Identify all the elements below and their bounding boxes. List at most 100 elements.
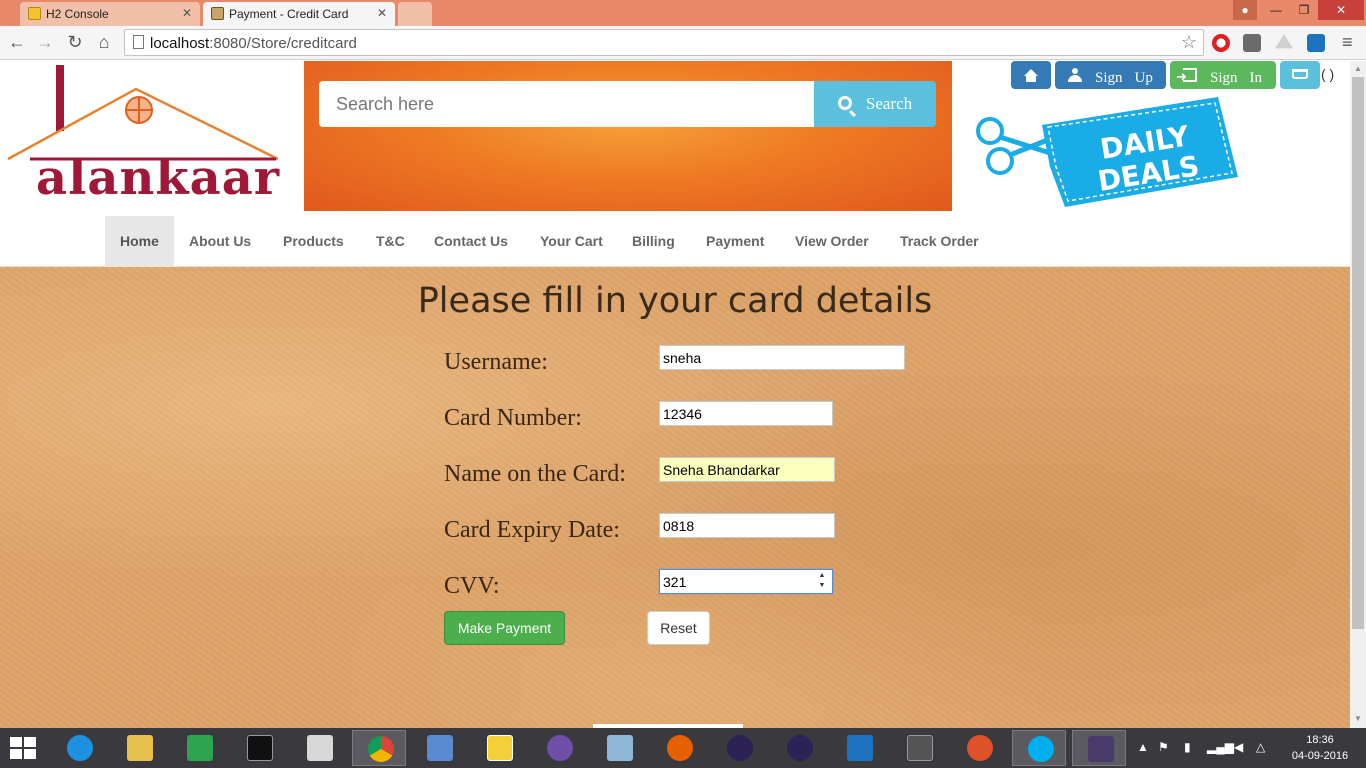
address-bar[interactable]: localhost:8080/Store/creditcard ☆ xyxy=(124,29,1204,56)
opera-extension-icon[interactable] xyxy=(1212,34,1230,52)
windows-start-icon[interactable] xyxy=(10,737,38,761)
forward-icon[interactable]: → xyxy=(34,31,56,53)
nav-home[interactable]: Home xyxy=(105,216,174,267)
close-icon[interactable]: ✕ xyxy=(377,6,387,20)
login-icon xyxy=(1176,64,1197,92)
daily-deals-banner[interactable]: DAILY DEALS xyxy=(970,97,1240,207)
bookmark-star-icon[interactable]: ☆ xyxy=(1181,32,1197,53)
new-tab-button[interactable] xyxy=(398,2,432,26)
card-expiry-label: Card Expiry Date: xyxy=(444,517,620,543)
tab-label: Payment - Credit Card xyxy=(229,7,349,21)
sign-in-button[interactable]: SignIn xyxy=(1170,61,1276,92)
page-scrollbar[interactable]: ▲ ▼ xyxy=(1350,61,1366,728)
search-icon xyxy=(837,96,852,110)
cvv-field[interactable] xyxy=(659,569,833,594)
eclipse-icon[interactable] xyxy=(712,730,766,766)
tool-app-icon[interactable] xyxy=(952,730,1006,766)
make-payment-button[interactable]: Make Payment xyxy=(444,611,565,645)
nav-terms[interactable]: T&C xyxy=(361,216,420,267)
browser-toolbar: ← → ↻ ⌂ localhost:8080/Store/creditcard … xyxy=(0,26,1366,60)
cvv-label: CVV: xyxy=(444,573,500,599)
tab-label: H2 Console xyxy=(46,7,109,21)
page-title: Please fill in your card details xyxy=(417,281,933,321)
name-on-card-field[interactable] xyxy=(659,457,835,482)
scroll-up-icon[interactable]: ▲ xyxy=(1350,64,1366,73)
search-button[interactable]: Search xyxy=(814,81,936,127)
windows-taskbar: ▲ ⚑ ▮ ▂▄▆ ◀ △ 18:36 04-09-2016 xyxy=(0,728,1366,768)
flag-icon[interactable]: ⚑ xyxy=(1158,740,1169,754)
user-profile-icon[interactable]: ● xyxy=(1233,0,1257,20)
book-app-icon[interactable] xyxy=(292,730,346,766)
drive-sync-icon[interactable]: △ xyxy=(1256,740,1265,754)
volume-icon[interactable]: ◀ xyxy=(1234,740,1243,754)
tab-payment-credit-card[interactable]: Payment - Credit Card ✕ xyxy=(203,2,395,26)
app-blue-icon[interactable] xyxy=(832,730,886,766)
internet-explorer-icon[interactable] xyxy=(52,730,106,766)
card-number-label: Card Number: xyxy=(444,405,582,431)
username-field[interactable] xyxy=(659,345,905,370)
nav-view-order[interactable]: View Order xyxy=(780,216,884,267)
drive-extension-icon[interactable] xyxy=(1275,34,1293,49)
search-input[interactable] xyxy=(319,81,814,127)
minimize-button[interactable]: — xyxy=(1262,0,1290,20)
page-icon xyxy=(133,35,144,49)
system-clock[interactable]: 18:36 04-09-2016 xyxy=(1290,732,1350,764)
site-logo[interactable]: alankaar xyxy=(6,63,281,206)
cart-icon xyxy=(1292,69,1308,79)
cart-button[interactable] xyxy=(1280,61,1320,89)
home-icon xyxy=(1024,69,1038,82)
sign-up-button[interactable]: Sign Up xyxy=(1055,61,1166,89)
logo-text: alankaar xyxy=(36,150,281,206)
maximize-button[interactable]: ❐ xyxy=(1290,0,1318,20)
user-icon xyxy=(1068,68,1082,82)
close-window-button[interactable]: ✕ xyxy=(1318,0,1364,20)
scissors-icon xyxy=(976,117,1051,175)
cart-count: ( ) xyxy=(1321,66,1335,82)
nav-payment[interactable]: Payment xyxy=(691,216,779,267)
reload-icon[interactable]: ↻ xyxy=(64,31,86,53)
app-extension-icon[interactable] xyxy=(1307,34,1325,52)
github-icon[interactable] xyxy=(532,730,586,766)
nav-about-us[interactable]: About Us xyxy=(174,216,266,267)
tab-h2-console[interactable]: H2 Console ✕ xyxy=(20,2,200,26)
database-icon xyxy=(28,7,41,20)
close-icon[interactable]: ✕ xyxy=(182,6,192,20)
menu-icon[interactable]: ≡ xyxy=(1342,32,1353,53)
nav-contact-us[interactable]: Contact Us xyxy=(419,216,523,267)
battery-icon[interactable]: ▮ xyxy=(1184,740,1191,754)
payment-form-section: Please fill in your card details Usernam… xyxy=(0,267,1350,728)
sql-developer-icon[interactable] xyxy=(892,730,946,766)
web-page: alankaar Search SignUp SignIn ( ) xyxy=(0,61,1350,728)
command-prompt-icon[interactable] xyxy=(232,730,286,766)
browser-titlebar: H2 Console ✕ Payment - Credit Card ✕ ● —… xyxy=(0,0,1366,26)
number-spinner-icon[interactable]: ▲ ▼ xyxy=(815,571,829,592)
scrollbar-thumb[interactable] xyxy=(1352,77,1364,629)
shield-extension-icon[interactable] xyxy=(1243,34,1261,52)
nav-track-order[interactable]: Track Order xyxy=(885,216,994,267)
home-button[interactable] xyxy=(1011,61,1051,89)
windows-store-icon[interactable] xyxy=(172,730,226,766)
network-icon[interactable]: ▂▄▆ xyxy=(1207,740,1234,754)
database-app-icon[interactable] xyxy=(472,730,526,766)
store-favicon-icon xyxy=(211,7,224,20)
nav-billing[interactable]: Billing xyxy=(617,216,690,267)
url-text: localhost:8080/Store/creditcard xyxy=(150,35,357,52)
back-icon[interactable]: ← xyxy=(6,31,28,53)
nav-your-cart[interactable]: Your Cart xyxy=(525,216,618,267)
eclipse-icon-2[interactable] xyxy=(772,730,826,766)
card-number-field[interactable] xyxy=(659,401,833,426)
skype-icon[interactable] xyxy=(1012,730,1066,766)
java-ee-ide-icon[interactable] xyxy=(1072,730,1126,766)
reset-button[interactable]: Reset xyxy=(647,611,710,645)
notepad-app-icon[interactable] xyxy=(592,730,646,766)
tray-expand-icon[interactable]: ▲ xyxy=(1137,740,1149,754)
firefox-icon[interactable] xyxy=(652,730,706,766)
username-label: Username: xyxy=(444,349,548,375)
scroll-down-icon[interactable]: ▼ xyxy=(1350,714,1366,723)
card-expiry-field[interactable] xyxy=(659,513,835,538)
file-explorer-icon[interactable] xyxy=(112,730,166,766)
chrome-icon[interactable] xyxy=(352,730,406,766)
home-icon[interactable]: ⌂ xyxy=(93,31,115,53)
window-app-icon[interactable] xyxy=(412,730,466,766)
nav-products[interactable]: Products xyxy=(268,216,359,267)
